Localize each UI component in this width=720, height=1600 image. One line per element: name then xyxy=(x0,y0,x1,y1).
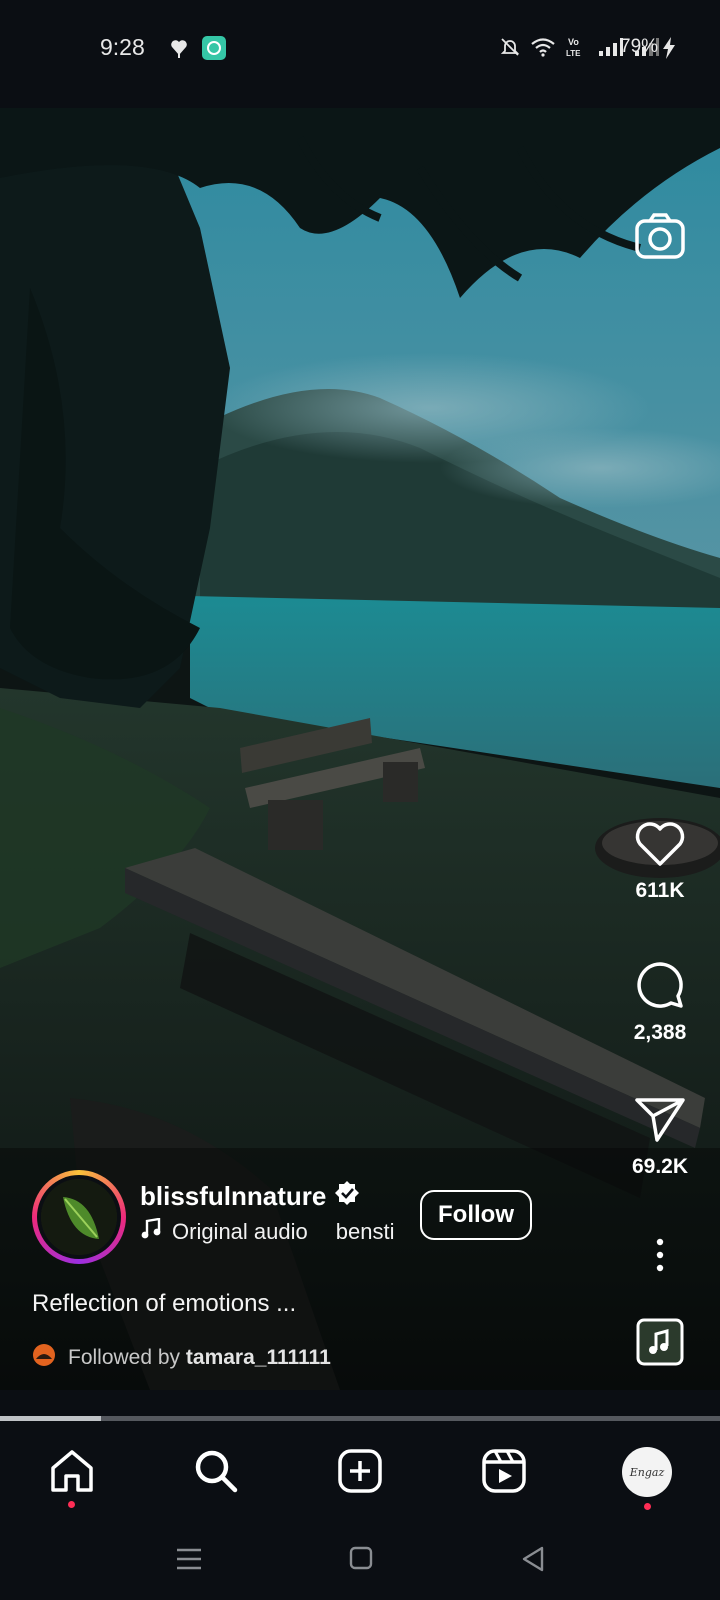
leaf-avatar-icon xyxy=(41,1179,117,1255)
music-note-icon xyxy=(140,1217,162,1246)
wifi-icon xyxy=(530,37,556,62)
status-time: 9:28 xyxy=(100,34,145,60)
system-nav-bar xyxy=(0,1531,720,1600)
home-icon xyxy=(48,1448,96,1499)
author-username[interactable]: blissfulnnature xyxy=(140,1181,326,1212)
comment-button[interactable]: 2,388 xyxy=(620,958,700,1045)
share-button[interactable]: 69.2K xyxy=(620,1096,700,1179)
reel-caption[interactable]: Reflection of emotions ... xyxy=(32,1290,296,1318)
like-button[interactable]: 611K xyxy=(620,820,700,903)
recents-icon[interactable] xyxy=(176,1547,202,1576)
profile-avatar-text: Engaz xyxy=(629,1465,665,1479)
system-home-icon[interactable] xyxy=(349,1546,373,1575)
heart-notification-icon xyxy=(170,38,188,63)
search-tab[interactable] xyxy=(188,1445,244,1501)
author-avatar[interactable] xyxy=(32,1170,126,1264)
create-icon xyxy=(337,1448,383,1499)
audio-track-icon xyxy=(636,1318,684,1370)
create-tab[interactable] xyxy=(332,1445,388,1501)
audio-secondary: bensti xyxy=(335,1219,395,1244)
verified-badge-icon xyxy=(334,1180,360,1213)
audio-thumbnail-button[interactable] xyxy=(620,1318,700,1371)
comment-icon xyxy=(633,962,687,1014)
audio-title: Original audio xyxy=(172,1219,308,1244)
more-vertical-icon xyxy=(655,1238,665,1276)
camera-icon[interactable] xyxy=(634,212,686,260)
svg-text:Vo: Vo xyxy=(568,37,579,47)
followed-by-user: tamara_111111 xyxy=(185,1346,331,1369)
reels-icon xyxy=(481,1448,527,1499)
mute-icon xyxy=(500,37,520,62)
comment-count: 2,388 xyxy=(633,1021,687,1044)
profile-avatar: Engaz xyxy=(622,1447,672,1497)
back-icon[interactable] xyxy=(521,1546,545,1577)
search-icon xyxy=(193,1448,239,1499)
followed-by-prefix: Followed by xyxy=(68,1346,181,1369)
follower-avatar xyxy=(32,1343,56,1373)
reels-tab[interactable] xyxy=(476,1445,532,1501)
svg-text:LTE: LTE xyxy=(566,49,581,58)
profile-notification-dot xyxy=(644,1503,651,1510)
bottom-nav: Engaz xyxy=(0,1421,720,1531)
more-options-button[interactable] xyxy=(620,1238,700,1277)
charging-icon xyxy=(662,37,676,64)
volte-icon: Vo LTE xyxy=(566,36,588,63)
audio-info[interactable]: Original audio bensti xyxy=(140,1217,395,1246)
heart-icon xyxy=(633,822,687,872)
reel-author: blissfulnnature Original audio bensti Fo… xyxy=(32,1170,592,1264)
chat-app-icon xyxy=(202,36,226,65)
status-bar: 9:28 Vo LTE 79% xyxy=(0,0,720,108)
battery-level: 79% xyxy=(620,36,659,57)
home-tab[interactable] xyxy=(44,1445,100,1508)
send-icon xyxy=(633,1098,687,1148)
profile-tab[interactable]: Engaz xyxy=(620,1445,674,1510)
follow-button[interactable]: Follow xyxy=(420,1190,532,1240)
followed-by[interactable]: Followed by tamara_111111 xyxy=(32,1343,331,1373)
like-count: 611K xyxy=(635,879,685,902)
home-notification-dot xyxy=(68,1501,75,1508)
share-count: 69.2K xyxy=(631,1155,689,1178)
